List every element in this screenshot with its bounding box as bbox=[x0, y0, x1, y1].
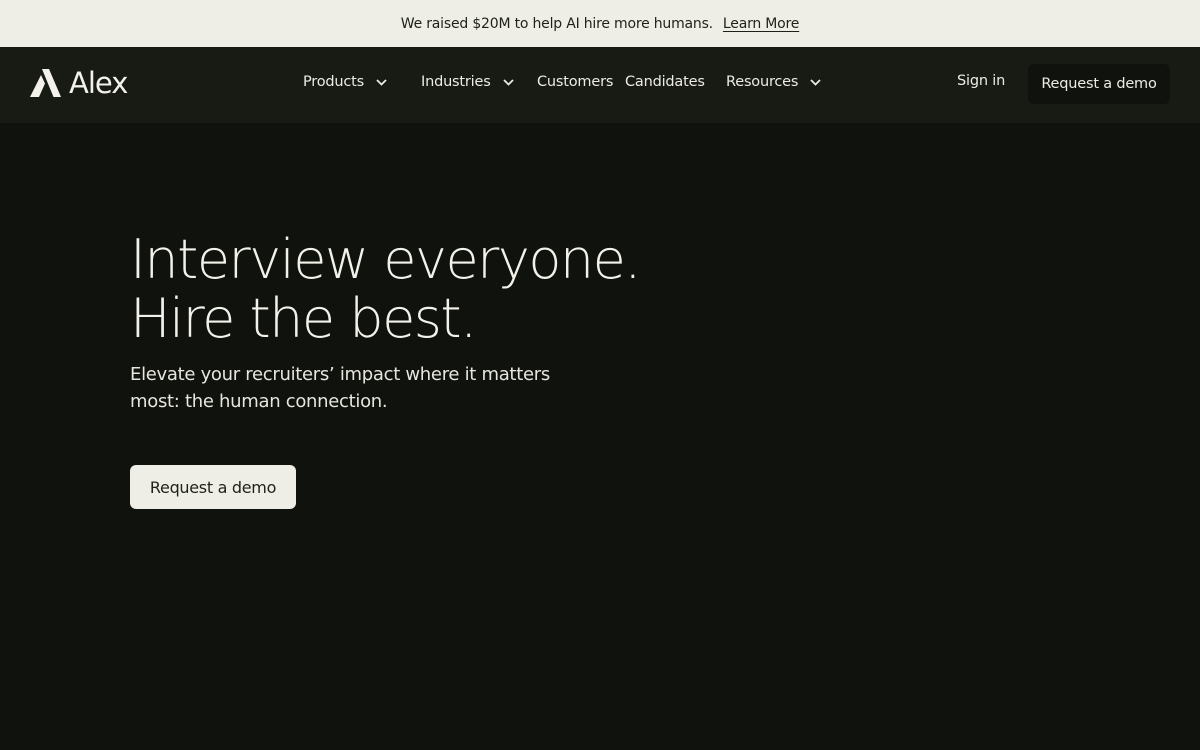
nav-products-label: Products bbox=[303, 74, 365, 90]
chevron-down-icon bbox=[376, 78, 387, 86]
main-nav: Alex Products Industries Customers Candi… bbox=[0, 47, 1200, 123]
learn-more-link[interactable]: Learn More bbox=[723, 16, 799, 32]
hero-title-line-2: Hire the best. bbox=[130, 287, 477, 350]
nav-candidates[interactable]: Candidates bbox=[625, 71, 705, 93]
nav-industries-label: Industries bbox=[421, 74, 491, 90]
nav-products[interactable]: Products bbox=[303, 71, 387, 93]
logo-wordmark: Alex bbox=[69, 66, 128, 100]
nav-customers[interactable]: Customers bbox=[537, 71, 613, 93]
hero-subtitle-line-2: most: the human connection. bbox=[130, 391, 388, 412]
sign-in-link[interactable]: Sign in bbox=[957, 73, 1005, 89]
hero-title-line-1: Interview everyone. bbox=[130, 228, 641, 291]
nav-resources[interactable]: Resources bbox=[726, 71, 821, 93]
hero-title: Interview everyone. Hire the best. bbox=[130, 228, 641, 350]
announcement-text: We raised $20M to help AI hire more huma… bbox=[400, 15, 713, 32]
logo[interactable]: Alex bbox=[30, 66, 128, 100]
request-demo-nav-button[interactable]: Request a demo bbox=[1028, 64, 1170, 104]
hero-subtitle-line-1: Elevate your recruiters’ impact where it… bbox=[130, 364, 550, 385]
logo-mark-icon bbox=[30, 69, 61, 97]
nav-candidates-label: Candidates bbox=[625, 74, 705, 90]
nav-industries[interactable]: Industries bbox=[421, 71, 514, 93]
chevron-down-icon bbox=[502, 78, 514, 86]
chevron-down-icon bbox=[810, 78, 821, 86]
hero-subtitle: Elevate your recruiters’ impact where it… bbox=[130, 361, 550, 415]
nav-resources-label: Resources bbox=[726, 74, 799, 90]
announcement-bar: We raised $20M to help AI hire more huma… bbox=[0, 0, 1200, 47]
nav-customers-label: Customers bbox=[537, 74, 614, 90]
request-demo-hero-button[interactable]: Request a demo bbox=[130, 465, 296, 509]
